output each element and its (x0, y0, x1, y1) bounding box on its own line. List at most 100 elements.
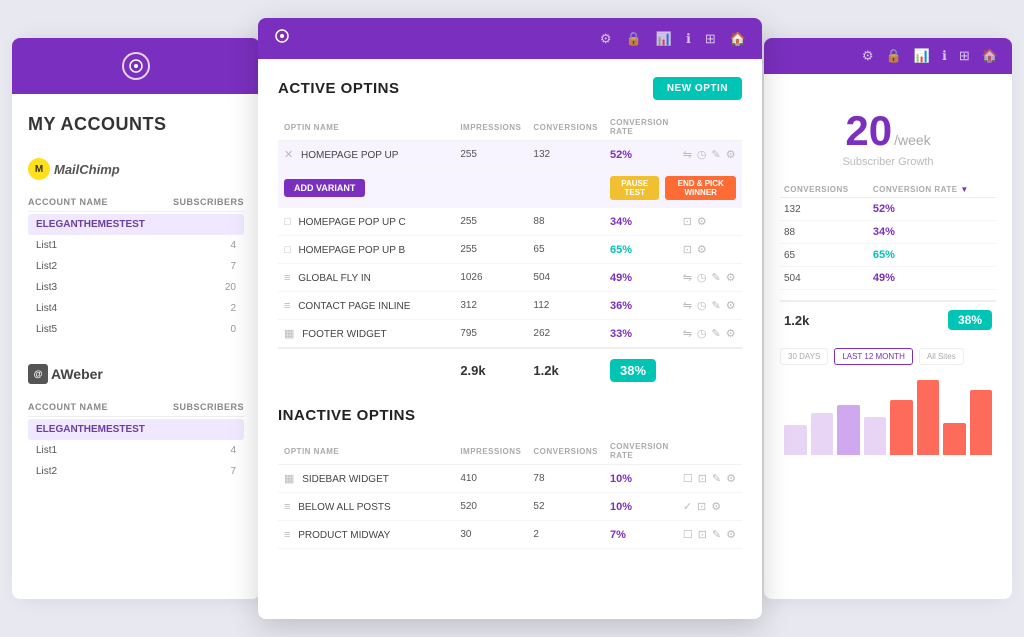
gear-icon[interactable]: ⚙ (600, 31, 612, 47)
settings-icon[interactable]: ⚙ (726, 271, 736, 284)
settings-icon[interactable]: ⚙ (697, 243, 707, 256)
optin-name-cell: ≡ GLOBAL FLY IN (278, 264, 454, 292)
pause-test-button[interactable]: PAUSE TEST (610, 176, 659, 200)
stats-icon[interactable]: ◷ (697, 148, 707, 161)
logo-icon (122, 52, 150, 80)
info-icon[interactable]: ℹ (686, 31, 691, 47)
mailchimp-list3[interactable]: List3 20 (28, 277, 244, 298)
aweber-table-header: ACCOUNT NAME SUBSCRIBERS (28, 398, 244, 417)
row-actions: ⇋ ◷ ✎ ⚙ (683, 271, 736, 284)
settings-icon[interactable]: ⚙ (697, 215, 707, 228)
copy-icon[interactable]: ⊡ (683, 243, 692, 256)
mailchimp-table-header: ACCOUNT NAME SUBSCRIBERS (28, 193, 244, 212)
add-variant-button[interactable]: ADD VARIANT (284, 179, 365, 197)
share-icon[interactable]: ⇋ (683, 148, 692, 161)
stats-icon[interactable]: ◷ (697, 271, 707, 284)
filter-all-sites[interactable]: All Sites (919, 348, 964, 365)
edit-icon[interactable]: ✎ (712, 148, 721, 161)
growth-period: /week (894, 132, 931, 148)
col-conversions: CONVERSIONS (527, 438, 604, 465)
settings-icon[interactable]: ⚙ (726, 148, 736, 161)
settings-icon[interactable]: ⚙ (726, 327, 736, 340)
bar-4 (864, 417, 887, 455)
grid-icon[interactable]: ⊞ (705, 31, 716, 47)
share-icon[interactable]: ⇋ (683, 327, 692, 340)
right-totals: 1.2k 38% (780, 300, 996, 338)
table-row: ≡ GLOBAL FLY IN 1026 504 49% ⇋ ◷ ✎ ⚙ (278, 264, 742, 292)
share-icon[interactable]: ⇋ (683, 299, 692, 312)
bar-3 (837, 405, 860, 455)
copy-icon[interactable]: ⊡ (698, 472, 707, 485)
table-row: □ HOMEPAGE POP UP C 255 88 34% ⊡ ⚙ (278, 208, 742, 236)
center-logo (274, 28, 290, 49)
right-header: ⚙ 🔒 📊 ℹ ⊞ 🏠 (764, 38, 1012, 74)
settings-icon[interactable]: ⚙ (726, 472, 736, 485)
copy-icon[interactable]: ⊡ (698, 528, 707, 541)
sort-arrow: ▼ (960, 185, 968, 194)
row-actions: ⇋ ◷ ✎ ⚙ (683, 327, 736, 340)
edit-icon[interactable]: ✎ (712, 327, 721, 340)
bar-6 (917, 380, 940, 455)
table-row: ▦ SIDEBAR WIDGET 410 78 10% ☐ ⊡ ✎ (278, 465, 742, 493)
col-optin-name: OPTIN NAME (278, 114, 454, 141)
optin-name-cell: ≡ PRODUCT MIDWAY (278, 521, 454, 549)
lock-icon[interactable]: 🔒 (626, 31, 642, 47)
copy-icon[interactable]: ⊡ (697, 500, 706, 513)
home-icon[interactable]: 🏠 (982, 48, 998, 64)
copy-icon[interactable]: ⊡ (683, 215, 692, 228)
table-header-row: OPTIN NAME IMPRESSIONS CONVERSIONS CONVE… (278, 114, 742, 141)
right-table-row: 132 52% (780, 198, 996, 221)
right-panel: ⚙ 🔒 📊 ℹ ⊞ 🏠 20 /week Subscriber Growth (764, 38, 1012, 599)
info-icon[interactable]: ℹ (942, 48, 947, 64)
row-actions: ⊡ ⚙ (683, 243, 736, 256)
pick-winner-button[interactable]: END & PICK WINNER (665, 176, 736, 200)
stats-icon[interactable]: ◷ (697, 299, 707, 312)
lock-icon[interactable]: 🔒 (886, 48, 902, 64)
aweber-list2[interactable]: List2 7 (28, 461, 244, 482)
chart-icon[interactable]: 📊 (656, 31, 672, 47)
chart-icon[interactable]: 📊 (914, 48, 930, 64)
filter-12months[interactable]: LAST 12 MONTH (834, 348, 913, 365)
home-icon[interactable]: 🏠 (730, 31, 746, 47)
share-icon[interactable]: ⇋ (683, 271, 692, 284)
right-table-row: 65 65% (780, 244, 996, 267)
mailchimp-list2[interactable]: List2 7 (28, 256, 244, 277)
right-body: 20 /week Subscriber Growth CONVERSIONS C… (764, 74, 1012, 471)
settings-icon[interactable]: ⚙ (726, 528, 736, 541)
gear-icon[interactable]: ⚙ (862, 48, 874, 64)
settings-icon[interactable]: ⚙ (726, 299, 736, 312)
check-icon[interactable]: ☐ (683, 472, 693, 485)
table-row: □ HOMEPAGE POP UP B 255 65 65% ⊡ ⚙ (278, 236, 742, 264)
active-optins-table: OPTIN NAME IMPRESSIONS CONVERSIONS CONVE… (278, 114, 742, 389)
aweber-list1[interactable]: List1 4 (28, 440, 244, 461)
bar-chart (780, 375, 996, 455)
col-conversions: CONVERSIONS (527, 114, 604, 141)
edit-icon[interactable]: ✎ (712, 299, 721, 312)
right-table-row: 504 49% (780, 267, 996, 290)
table-row: ✕ HOMEPAGE POP UP 255 132 52% ⇋ ◷ ✎ ⚙ (278, 141, 742, 169)
bar-5 (890, 400, 913, 455)
mailchimp-list4[interactable]: List4 2 (28, 298, 244, 319)
filter-30days[interactable]: 30 DAYS (780, 348, 828, 365)
edit-icon[interactable]: ✎ (712, 472, 721, 485)
inactive-optins-table: OPTIN NAME IMPRESSIONS CONVERSIONS CONVE… (278, 438, 742, 549)
check-icon[interactable]: ☐ (683, 528, 693, 541)
edit-icon[interactable]: ✎ (712, 271, 721, 284)
mailchimp-list1[interactable]: List1 4 (28, 235, 244, 256)
inactive-optins-title: INACTIVE OPTINS (278, 407, 416, 424)
optin-name-cell: ≡ BELOW ALL POSTS (278, 493, 454, 521)
mailchimp-account-highlighted[interactable]: ELEGANTHEMESTEST (28, 214, 244, 235)
stats-icon[interactable]: ◷ (697, 327, 707, 340)
aweber-logo: @ AWeber (28, 360, 244, 388)
growth-label: Subscriber Growth (780, 156, 996, 168)
aweber-account-highlighted[interactable]: ELEGANTHEMESTEST (28, 419, 244, 440)
new-optin-button[interactable]: NEW OPTIN (653, 77, 742, 100)
my-accounts-title: MY ACCOUNTS (28, 114, 244, 135)
mailchimp-list5[interactable]: List5 0 (28, 319, 244, 340)
edit-icon[interactable]: ✎ (712, 528, 721, 541)
settings-icon[interactable]: ⚙ (711, 500, 721, 513)
left-panel-header (12, 38, 260, 94)
left-panel: MY ACCOUNTS M MailChimp ACCOUNT NAME SUB… (12, 38, 260, 599)
check-icon[interactable]: ✓ (683, 500, 692, 513)
grid-icon[interactable]: ⊞ (959, 48, 970, 64)
